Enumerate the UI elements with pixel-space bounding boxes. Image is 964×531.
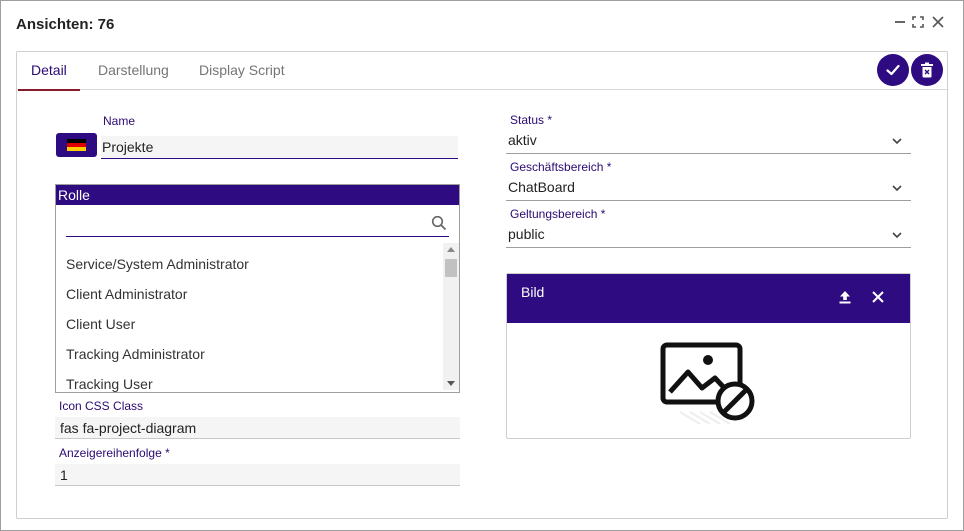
tab-darstellung[interactable]: Darstellung (98, 52, 169, 90)
check-icon (886, 64, 900, 76)
list-item[interactable]: Tracking Administrator (56, 339, 442, 369)
tab-display-script[interactable]: Display Script (199, 52, 285, 90)
dialog-window: Ansichten: 76 Detail Darstellung Display… (0, 0, 964, 531)
dialog-title: Ansichten: 76 (16, 16, 115, 33)
search-icon[interactable] (431, 215, 447, 231)
upload-icon[interactable] (836, 288, 854, 306)
order-label: Anzeigereihenfolge * (59, 446, 170, 460)
trash-icon (921, 62, 933, 78)
status-value: aktiv (508, 132, 537, 148)
form-card: Detail Darstellung Display Script Name P… (16, 51, 948, 519)
list-item[interactable]: Tracking User (56, 369, 442, 392)
list-item[interactable]: Service/System Administrator (56, 249, 442, 279)
name-label: Name (103, 114, 136, 128)
rolle-panel: Rolle Service/System Administrator Clien… (55, 184, 460, 393)
chevron-down-icon (892, 232, 902, 239)
scope-value: public (508, 226, 545, 242)
chevron-down-icon (892, 185, 902, 192)
image-panel-header: Bild (507, 274, 910, 323)
business-select[interactable]: ChatBoard (506, 176, 911, 201)
list-item[interactable]: Client Administrator (56, 279, 442, 309)
chevron-down-icon (892, 138, 902, 145)
list-item[interactable]: Client User (56, 309, 442, 339)
rolle-scrollbar[interactable] (443, 243, 459, 390)
scope-label: Geltungsbereich * (510, 207, 606, 221)
de-flag-icon (67, 138, 86, 152)
scope-select[interactable]: public (506, 223, 911, 248)
maximize-icon[interactable] (909, 13, 927, 31)
name-input[interactable] (101, 136, 458, 159)
image-panel-title: Bild (521, 284, 545, 300)
tab-detail[interactable]: Detail (18, 52, 80, 91)
status-select[interactable]: aktiv (506, 129, 911, 154)
scroll-up-icon[interactable] (447, 246, 455, 252)
minimize-icon[interactable] (891, 13, 909, 31)
image-off-icon (660, 342, 755, 424)
tab-bar: Detail Darstellung Display Script (17, 52, 947, 91)
delete-button[interactable] (911, 54, 943, 86)
order-input[interactable] (55, 464, 460, 486)
language-button[interactable] (56, 133, 97, 157)
business-label: Geschäftsbereich * (510, 160, 612, 174)
close-icon[interactable] (869, 288, 887, 306)
save-button[interactable] (877, 54, 909, 86)
close-icon[interactable] (929, 13, 947, 31)
icon-css-input[interactable] (55, 417, 460, 439)
rolle-list: Service/System Administrator Client Admi… (56, 245, 442, 392)
rolle-search (66, 211, 449, 237)
rolle-search-input[interactable] (66, 211, 426, 235)
business-value: ChatBoard (508, 179, 575, 195)
icon-css-label: Icon CSS Class (59, 399, 144, 413)
image-panel: Bild (506, 273, 911, 439)
status-label: Status * (510, 113, 553, 127)
rolle-header: Rolle (56, 185, 459, 205)
scroll-down-icon[interactable] (447, 381, 455, 387)
scrollbar-thumb[interactable] (445, 259, 457, 277)
